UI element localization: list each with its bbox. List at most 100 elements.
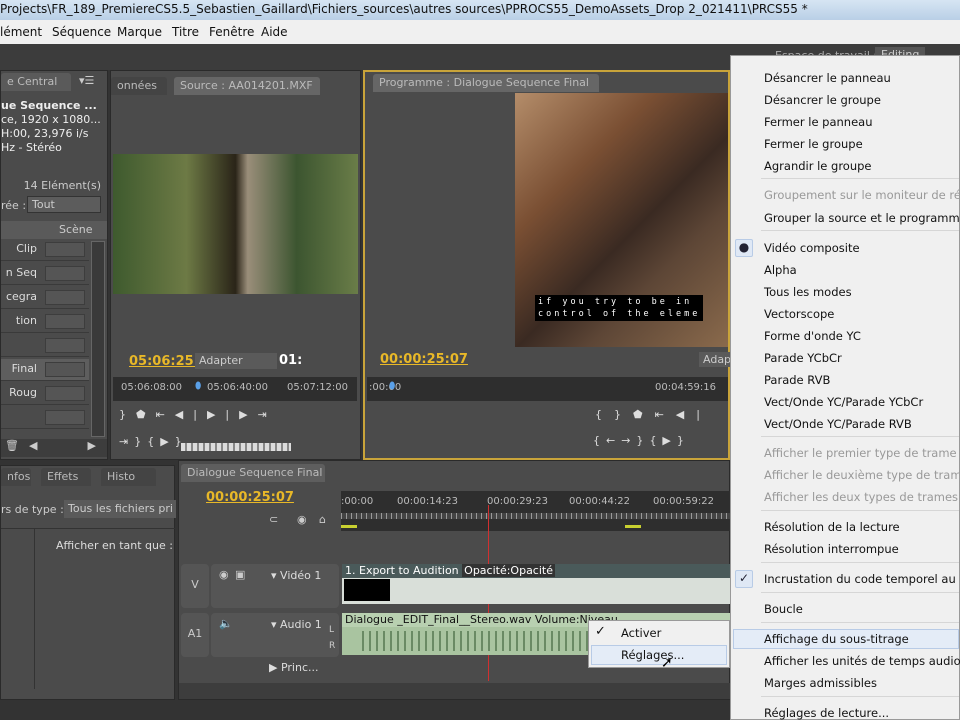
list-item[interactable]: [1, 407, 89, 429]
marker-icon[interactable]: ◉: [297, 513, 307, 526]
menu-titre[interactable]: Titre: [172, 25, 199, 39]
tab-timeline[interactable]: Dialogue Sequence Final: [181, 464, 325, 482]
menu-item[interactable]: Boucle: [764, 602, 803, 616]
menu-item[interactable]: Réglages de lecture...: [764, 706, 889, 720]
filter-select[interactable]: Tout: [27, 196, 101, 213]
menu-item[interactable]: Fermer le groupe: [764, 137, 863, 151]
tab-project[interactable]: e Central: [1, 73, 71, 91]
column-scene[interactable]: Scène: [59, 223, 93, 236]
menu-item[interactable]: Tous les modes: [764, 285, 852, 299]
menu-separator: [761, 230, 959, 231]
step-forward-icon[interactable]: |▶: [225, 408, 257, 421]
tab-metadata[interactable]: onnées: [111, 77, 167, 95]
list-item[interactable]: [1, 335, 89, 357]
scroll-right-icon[interactable]: ▶: [87, 439, 95, 452]
menu-sequence[interactable]: Séquence: [52, 25, 111, 39]
menu-item[interactable]: Forme d'onde YC: [764, 329, 861, 343]
menu-item-reglages[interactable]: Réglages...: [621, 648, 684, 662]
menu-aide[interactable]: Aide: [261, 25, 288, 39]
panel-menu-icon[interactable]: ▾☰: [79, 74, 94, 87]
menu-item[interactable]: Parade RVB: [764, 373, 830, 387]
scroll-left-icon[interactable]: ◀: [29, 439, 37, 452]
track-target-a1[interactable]: A1: [181, 613, 209, 657]
menu-item[interactable]: Vidéo composite: [764, 241, 860, 255]
menu-item[interactable]: Affichage du sous-titrage: [764, 632, 909, 646]
list-item[interactable]: Roug: [1, 383, 89, 405]
mark-in-icon[interactable]: {: [595, 408, 614, 421]
tab-source[interactable]: Source : AA014201.MXF: [174, 77, 320, 95]
menu-item[interactable]: Vect/Onde YC/Parade RVB: [764, 417, 912, 431]
program-timecode[interactable]: 00:00:25:07: [380, 352, 468, 367]
playhead-icon[interactable]: ⬮: [195, 381, 201, 392]
keyframe-icon[interactable]: ⌂: [319, 513, 326, 526]
step-back-icon[interactable]: ◀|: [175, 408, 207, 421]
source-transport: }⬟⇤◀|▶|▶⇥: [119, 408, 277, 421]
list-item[interactable]: Final: [1, 359, 89, 381]
menu-item[interactable]: Fermer le panneau: [764, 115, 873, 129]
menu-item[interactable]: Résolution de la lecture: [764, 520, 900, 534]
menu-item[interactable]: Résolution interrompue: [764, 542, 899, 556]
jog-shuttle[interactable]: [181, 443, 291, 451]
eye-icon[interactable]: ◉: [219, 568, 229, 581]
menu-fenetre[interactable]: Fenêtre: [209, 25, 254, 39]
audio-track-name[interactable]: ▾ Audio 1: [271, 618, 322, 631]
snap-icon[interactable]: ⊂: [269, 513, 278, 526]
go-out-icon[interactable]: ⇥: [258, 408, 277, 421]
tab-program[interactable]: Programme : Dialogue Sequence Final: [373, 74, 599, 92]
menu-item[interactable]: Afficher les unités de temps audio: [764, 654, 960, 668]
program-monitor: Programme : Dialogue Sequence Final if y…: [363, 70, 736, 460]
scrollbar[interactable]: [91, 241, 105, 437]
channel-r: R: [329, 641, 336, 651]
marker-icon[interactable]: ⬟: [633, 408, 655, 421]
tab-history[interactable]: Histo: [101, 468, 156, 486]
video-track-name[interactable]: ▾ Vidéo 1: [271, 569, 321, 582]
list-item[interactable]: Clip: [1, 239, 89, 261]
list-item[interactable]: n Seq: [1, 263, 89, 285]
lock-icon[interactable]: ▣: [235, 568, 245, 581]
insert-icon[interactable]: ⇥}: [119, 435, 147, 448]
go-in-icon[interactable]: ⇤: [156, 408, 175, 421]
type-select[interactable]: Tous les fichiers pri: [64, 500, 176, 518]
mark-out-icon[interactable]: }: [119, 408, 136, 421]
track-target-v[interactable]: V: [181, 564, 209, 608]
menu-item[interactable]: Agrandir le groupe: [764, 159, 872, 173]
menu-item[interactable]: Incrustation du code temporel au mo: [764, 572, 960, 586]
play-icon[interactable]: ▶: [207, 408, 225, 421]
master-track-name[interactable]: ▶ Princ...: [269, 661, 319, 674]
go-in-icon[interactable]: ⇤: [655, 408, 676, 421]
program-ruler[interactable]: :00:00 00:04:59:16 ⬮: [367, 377, 728, 401]
tab-effects[interactable]: Effets: [41, 468, 91, 486]
timeline-zoom-bar[interactable]: [179, 683, 731, 699]
menu-item[interactable]: Désancrer le groupe: [764, 93, 881, 107]
trash-icon[interactable]: 🗑: [5, 439, 19, 452]
menu-item[interactable]: Grouper la source et le programme: [764, 211, 960, 225]
menu-item-activer[interactable]: Activer: [621, 626, 661, 640]
menu-element[interactable]: lément: [0, 25, 42, 39]
source-ruler[interactable]: 05:06:08:00 05:06:40:00 05:07:12:00 ⬮: [113, 377, 357, 401]
marker-icon[interactable]: ⬟: [136, 408, 156, 421]
list-item[interactable]: cegra: [1, 287, 89, 309]
video-clip[interactable]: 1. Export to Audition Opacité:Opacité: [342, 564, 731, 604]
source-fit-select[interactable]: Adapter: [195, 353, 277, 369]
menu-item[interactable]: Parade YCbCr: [764, 351, 842, 365]
speaker-icon[interactable]: 🔈: [219, 617, 233, 630]
source-timecode[interactable]: 05:06:25:: [129, 354, 199, 369]
play-in-out-icon[interactable]: {▶}: [649, 434, 689, 447]
menu-marque[interactable]: Marque: [117, 25, 162, 39]
mark-out-icon[interactable]: }: [614, 408, 633, 421]
playhead-icon[interactable]: ⬮: [389, 381, 395, 392]
go-in-icon[interactable]: {←: [593, 434, 621, 447]
timeline-ruler[interactable]: :00:00 00:00:14:23 00:00:29:23 00:00:44:…: [341, 491, 731, 531]
menu-item[interactable]: Marges admissibles: [764, 676, 877, 690]
tab-infos[interactable]: nfos: [1, 468, 31, 486]
menu-item[interactable]: Vect/Onde YC/Parade YCbCr: [764, 395, 923, 409]
menu-item[interactable]: Vectorscope: [764, 307, 834, 321]
timeline-timecode[interactable]: 00:00:25:07: [206, 490, 294, 505]
list-item[interactable]: tion: [1, 311, 89, 333]
menu-item[interactable]: Désancrer le panneau: [764, 71, 891, 85]
step-back-icon[interactable]: ◀|: [676, 408, 712, 421]
clip-fx-select[interactable]: Opacité:Opacité: [462, 564, 555, 577]
menu-item[interactable]: Alpha: [764, 263, 797, 277]
clip-thumbnail: [344, 579, 390, 601]
go-out-icon[interactable]: →}: [621, 434, 649, 447]
